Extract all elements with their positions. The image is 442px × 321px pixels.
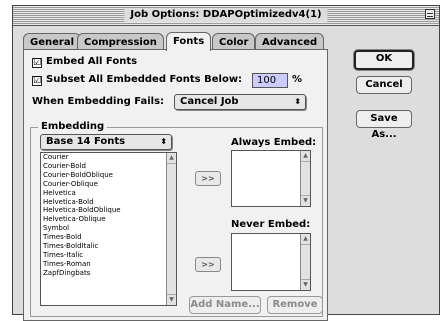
tab-fonts[interactable]: Fonts	[166, 32, 212, 51]
font-list-item[interactable]: Helvetica-BoldOblique	[41, 206, 176, 215]
font-list-items: Courier Courier-Bold Courier-BoldOblique Co…	[41, 153, 176, 278]
job-options-window: Job Options: DDAPOptimizedv4(1) General …	[12, 5, 440, 321]
font-list-item[interactable]: Symbol	[41, 224, 176, 233]
never-embed-scrollbar[interactable]: ▲ ▼	[300, 234, 310, 290]
font-set-value: Base 14 Fonts	[46, 136, 126, 147]
add-name-button[interactable]: Add Name...	[189, 296, 261, 314]
subset-threshold-field[interactable]: 100	[252, 73, 288, 88]
font-list-item[interactable]: Helvetica	[41, 189, 176, 198]
scroll-up-icon[interactable]: ▲	[301, 234, 310, 245]
font-list-item[interactable]: ZapfDingbats	[41, 269, 176, 278]
tab-compression[interactable]: Compression	[77, 33, 164, 50]
tab-general[interactable]: General	[23, 33, 81, 50]
popup-arrows-icon: ⬍	[160, 137, 167, 146]
ok-button[interactable]: OK	[354, 50, 414, 70]
font-list-item[interactable]: Courier-Oblique	[41, 180, 176, 189]
font-list-item[interactable]: Times-BoldItalic	[41, 242, 176, 251]
never-embed-label: Never Embed:	[231, 219, 311, 230]
font-list-scrollbar[interactable]: ▲ ▼	[166, 153, 176, 305]
popup-arrows-icon: ⬍	[294, 97, 301, 106]
font-list-item[interactable]: Courier-BoldOblique	[41, 171, 176, 180]
remove-button[interactable]: Remove	[267, 296, 323, 314]
font-list-item[interactable]: Courier-Bold	[41, 162, 176, 171]
always-embed-list[interactable]: ▲ ▼	[231, 150, 311, 207]
font-list-item[interactable]: Times-Bold	[41, 233, 176, 242]
never-embed-list[interactable]: ▲ ▼	[231, 233, 311, 291]
subset-unit: %	[292, 74, 303, 85]
embed-all-checkbox[interactable]: ☑	[32, 58, 42, 68]
always-embed-scrollbar[interactable]: ▲ ▼	[300, 151, 310, 206]
font-set-popup[interactable]: Base 14 Fonts ⬍	[40, 134, 172, 150]
when-fails-label: When Embedding Fails:	[32, 96, 165, 107]
when-fails-value: Cancel Job	[180, 96, 239, 107]
fonts-panel: ☑ Embed All Fonts ☑ Subset All Embedded …	[23, 49, 328, 321]
scroll-down-icon[interactable]: ▼	[167, 294, 176, 305]
cancel-button[interactable]: Cancel	[356, 76, 412, 94]
zoom-box-icon[interactable]	[425, 9, 435, 19]
font-list-item[interactable]: Times-Roman	[41, 260, 176, 269]
available-fonts-list[interactable]: Courier Courier-Bold Courier-BoldOblique Co…	[40, 152, 177, 306]
font-list-item[interactable]: Helvetica-Bold	[41, 198, 176, 207]
tab-color[interactable]: Color	[212, 33, 256, 50]
font-list-item[interactable]: Helvetica-Oblique	[41, 215, 176, 224]
window-title: Job Options: DDAPOptimizedv4(1)	[124, 8, 328, 22]
tab-advanced[interactable]: Advanced	[255, 33, 325, 50]
always-embed-label: Always Embed:	[231, 137, 317, 148]
scroll-up-icon[interactable]: ▲	[301, 151, 310, 162]
subset-label: Subset All Embedded Fonts Below:	[46, 74, 243, 85]
subset-checkbox[interactable]: ☑	[32, 76, 42, 86]
scroll-up-icon[interactable]: ▲	[167, 153, 176, 164]
when-fails-popup[interactable]: Cancel Job ⬍	[174, 94, 306, 110]
font-list-item[interactable]: Courier	[41, 153, 176, 162]
title-bar[interactable]: Job Options: DDAPOptimizedv4(1)	[13, 6, 439, 26]
save-as-button[interactable]: Save As...	[356, 110, 412, 140]
scroll-down-icon[interactable]: ▼	[301, 279, 310, 290]
scroll-down-icon[interactable]: ▼	[301, 195, 310, 206]
embedding-group-label: Embedding	[38, 121, 108, 132]
embed-all-label: Embed All Fonts	[46, 56, 138, 67]
font-list-item[interactable]: Times-Italic	[41, 251, 176, 260]
add-to-never-embed-button[interactable]: >>	[195, 257, 221, 272]
add-to-always-embed-button[interactable]: >>	[195, 171, 221, 186]
